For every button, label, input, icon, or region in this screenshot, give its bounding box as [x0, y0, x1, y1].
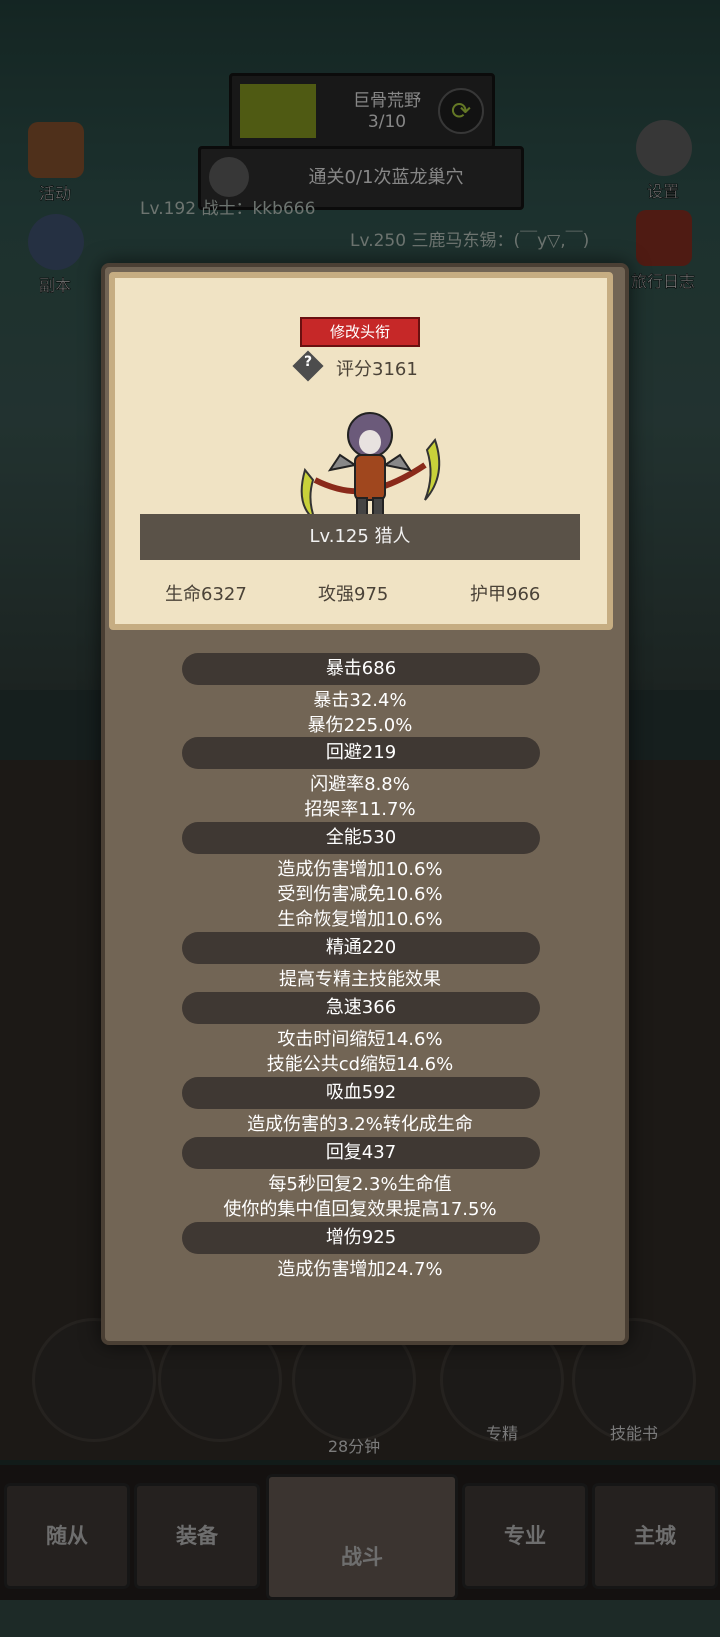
stat-haste-line: 技能公共cd缩短14.6% — [266, 1054, 454, 1075]
stat-crit-line: 暴击32.4% — [313, 690, 407, 711]
stat-crit-line: 暴伤225.0% — [307, 715, 413, 736]
score-label: 评分3161 — [336, 359, 418, 380]
stat-haste-header: 急速366 — [182, 992, 540, 1024]
level-class-banner: Lv.125 猎人 — [140, 514, 580, 560]
stat-damage-header: 增伤925 — [182, 1222, 540, 1254]
stat-regen-line: 使你的集中值回复效果提高17.5% — [223, 1199, 497, 1220]
hunter-character-sprite — [300, 412, 441, 523]
stat-versatility-line: 生命恢复增加10.6% — [277, 909, 443, 930]
stat-mastery-line: 提高专精主技能效果 — [279, 969, 441, 990]
stat-mastery-header: 精通220 — [182, 932, 540, 964]
attack-power-stat: 攻强975 — [318, 584, 389, 605]
stat-regen-header: 回复437 — [182, 1137, 540, 1169]
stat-avoidance-line: 闪避率8.8% — [310, 774, 410, 795]
stat-versatility-line: 受到伤害减免10.6% — [277, 884, 443, 905]
stat-versatility-header: 全能530 — [182, 822, 540, 854]
edit-title-button[interactable]: 修改头衔 — [300, 317, 420, 347]
question-mark: ? — [303, 354, 313, 370]
stat-crit-header: 暴击686 — [182, 653, 540, 685]
stat-avoidance-header: 回避219 — [182, 737, 540, 769]
armor-stat: 护甲966 — [470, 584, 541, 605]
hp-stat: 生命6327 — [165, 584, 247, 605]
stat-regen-line: 每5秒回复2.3%生命值 — [268, 1174, 452, 1195]
stat-avoidance-line: 招架率11.7% — [304, 799, 416, 820]
stat-lifesteal-line: 造成伤害的3.2%转化成生命 — [247, 1114, 473, 1135]
stat-haste-line: 攻击时间缩短14.6% — [277, 1029, 443, 1050]
stat-lifesteal-header: 吸血592 — [182, 1077, 540, 1109]
stat-versatility-line: 造成伤害增加10.6% — [277, 859, 443, 880]
stat-damage-line: 造成伤害增加24.7% — [277, 1259, 443, 1280]
